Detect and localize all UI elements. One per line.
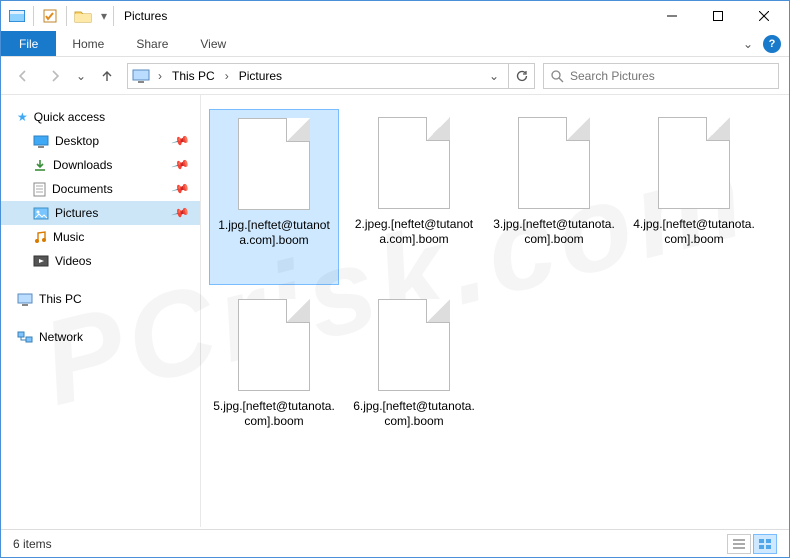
forward-button[interactable] — [43, 64, 67, 88]
file-item[interactable]: 2.jpeg.[neftet@tutanota.com].boom — [349, 109, 479, 285]
file-thumbnail — [238, 118, 310, 210]
quick-access-label: Quick access — [34, 110, 105, 124]
sidebar-item-downloads[interactable]: Downloads 📌 — [1, 153, 200, 177]
sidebar-item-videos[interactable]: Videos — [1, 249, 200, 273]
file-item[interactable]: 4.jpg.[neftet@tutanota.com].boom — [629, 109, 759, 285]
back-button[interactable] — [11, 64, 35, 88]
file-name: 4.jpg.[neftet@tutanota.com].boom — [633, 217, 755, 247]
file-thumbnail — [658, 117, 730, 209]
breadcrumb-folder[interactable]: Pictures — [237, 69, 284, 83]
chevron-right-icon[interactable]: › — [221, 69, 233, 83]
separator — [113, 6, 114, 26]
chevron-right-icon[interactable]: › — [154, 69, 166, 83]
network-label: Network — [39, 330, 83, 344]
sidebar-item-label: Downloads — [53, 158, 112, 172]
qat-properties-icon[interactable] — [36, 5, 64, 27]
sidebar-item-label: Documents — [52, 182, 113, 196]
app-icon — [3, 5, 31, 27]
breadcrumb-this-pc[interactable]: This PC — [170, 69, 217, 83]
file-name: 2.jpeg.[neftet@tutanota.com].boom — [353, 217, 475, 247]
qa-dropdown-icon[interactable]: ▾ — [97, 5, 111, 27]
breadcrumb-dropdown-icon[interactable]: ⌄ — [484, 69, 504, 83]
sidebar-item-desktop[interactable]: Desktop 📌 — [1, 129, 200, 153]
breadcrumb[interactable]: › This PC › Pictures ⌄ — [127, 63, 509, 89]
pc-icon — [132, 69, 150, 83]
help-button[interactable]: ? — [763, 35, 781, 53]
up-button[interactable] — [95, 64, 119, 88]
sidebar-item-music[interactable]: Music — [1, 225, 200, 249]
sidebar-item-label: Music — [53, 230, 84, 244]
tab-view[interactable]: View — [184, 31, 242, 56]
quick-access-header[interactable]: ★ Quick access — [1, 105, 200, 129]
refresh-button[interactable] — [509, 63, 535, 89]
sidebar-item-label: Pictures — [55, 206, 98, 220]
file-thumbnail — [378, 117, 450, 209]
tab-home[interactable]: Home — [56, 31, 120, 56]
nav-pane: ★ Quick access Desktop📌Downloads📌Documen… — [1, 95, 201, 527]
details-view-button[interactable] — [727, 534, 751, 554]
documents-icon — [33, 182, 46, 197]
downloads-icon — [33, 158, 47, 172]
music-icon — [33, 230, 47, 244]
videos-icon — [33, 255, 49, 267]
minimize-button[interactable] — [649, 1, 695, 31]
pin-icon: 📌 — [171, 179, 191, 199]
network-icon — [17, 330, 33, 344]
close-button[interactable] — [741, 1, 787, 31]
file-item[interactable]: 5.jpg.[neftet@tutanota.com].boom — [209, 291, 339, 467]
desktop-icon — [33, 135, 49, 148]
title-bar: ▾ Pictures — [1, 1, 789, 31]
thumbnails-view-button[interactable] — [753, 534, 777, 554]
sidebar-item-label: Videos — [55, 254, 91, 268]
file-thumbnail — [238, 299, 310, 391]
ribbon-expand-icon[interactable]: ⌄ — [743, 37, 753, 51]
file-name: 6.jpg.[neftet@tutanota.com].boom — [353, 399, 475, 429]
file-item[interactable]: 6.jpg.[neftet@tutanota.com].boom — [349, 291, 479, 467]
file-item[interactable]: 3.jpg.[neftet@tutanota.com].boom — [489, 109, 619, 285]
this-pc-header[interactable]: This PC — [1, 287, 200, 311]
file-thumbnail — [378, 299, 450, 391]
pc-icon — [17, 293, 33, 306]
search-box[interactable] — [543, 63, 779, 89]
sidebar-item-documents[interactable]: Documents 📌 — [1, 177, 200, 201]
search-icon — [550, 69, 564, 83]
file-item[interactable]: 1.jpg.[neftet@tutanota.com].boom — [209, 109, 339, 285]
separator — [66, 6, 67, 26]
window-title: Pictures — [124, 9, 167, 23]
pin-icon: 📌 — [171, 203, 191, 223]
ribbon: File Home Share View ⌄ ? — [1, 31, 789, 57]
separator — [33, 6, 34, 26]
pin-icon: 📌 — [171, 155, 191, 175]
status-bar: 6 items — [1, 529, 789, 557]
item-count: 6 items — [13, 537, 52, 551]
folder-icon[interactable] — [69, 5, 97, 27]
this-pc-label: This PC — [39, 292, 82, 306]
file-name: 1.jpg.[neftet@tutanota.com].boom — [214, 218, 334, 248]
file-name: 5.jpg.[neftet@tutanota.com].boom — [213, 399, 335, 429]
star-icon: ★ — [17, 110, 28, 124]
recent-dropdown[interactable]: ⌄ — [75, 64, 87, 88]
search-input[interactable] — [570, 69, 772, 83]
file-tab[interactable]: File — [1, 31, 56, 56]
sidebar-item-pictures[interactable]: Pictures 📌 — [1, 201, 200, 225]
pin-icon: 📌 — [171, 131, 191, 151]
address-bar: ⌄ › This PC › Pictures ⌄ — [1, 57, 789, 95]
file-thumbnail — [518, 117, 590, 209]
file-name: 3.jpg.[neftet@tutanota.com].boom — [493, 217, 615, 247]
maximize-button[interactable] — [695, 1, 741, 31]
file-pane[interactable]: 1.jpg.[neftet@tutanota.com].boom 2.jpeg.[… — [201, 95, 789, 527]
pictures-icon — [33, 207, 49, 220]
network-header[interactable]: Network — [1, 325, 200, 349]
tab-share[interactable]: Share — [120, 31, 184, 56]
sidebar-item-label: Desktop — [55, 134, 99, 148]
